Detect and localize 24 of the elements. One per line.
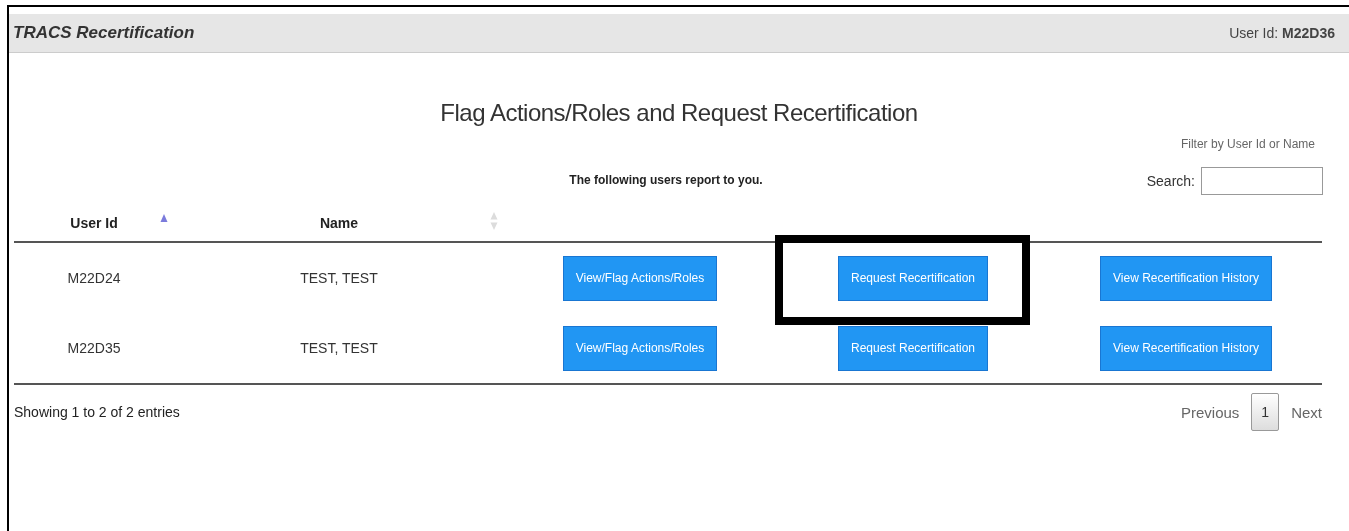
table-cell: TEST, TEST bbox=[300, 340, 378, 356]
table-cell: M22D35 bbox=[67, 340, 121, 356]
action-button[interactable]: Request Recertification bbox=[837, 325, 989, 371]
user-id-label: User Id: M22D36 bbox=[1229, 25, 1335, 41]
action-button[interactable]: View/Flag Actions/Roles bbox=[562, 255, 718, 301]
sort-ascending-icon[interactable] bbox=[160, 213, 168, 223]
page-button[interactable]: 1 bbox=[1251, 393, 1280, 431]
action-button[interactable]: View Recertification History bbox=[1100, 325, 1272, 371]
action-button[interactable]: View/Flag Actions/Roles bbox=[562, 325, 718, 371]
column-header[interactable]: Name bbox=[319, 215, 359, 231]
subtitle: The following users report to you. bbox=[569, 173, 763, 187]
search-field[interactable] bbox=[1201, 167, 1323, 195]
app-title: TRACS Recertification bbox=[13, 23, 195, 43]
filter-hint: Filter by User Id or Name bbox=[1180, 137, 1315, 151]
page-title: Flag Actions/Roles and Request Recertification bbox=[439, 99, 919, 127]
table-cell: TEST, TEST bbox=[300, 270, 378, 286]
search-label: Search: bbox=[1146, 173, 1195, 189]
table-cell: M22D24 bbox=[67, 270, 121, 286]
column-header[interactable]: User Id bbox=[70, 215, 118, 231]
action-button[interactable]: View Recertification History bbox=[1100, 255, 1272, 301]
next-link[interactable]: Next bbox=[1291, 403, 1322, 421]
action-button[interactable]: Request Recertification bbox=[837, 255, 989, 301]
entries-info: Showing 1 to 2 of 2 entries bbox=[14, 404, 180, 420]
previous-link[interactable]: Previous bbox=[1181, 403, 1240, 421]
